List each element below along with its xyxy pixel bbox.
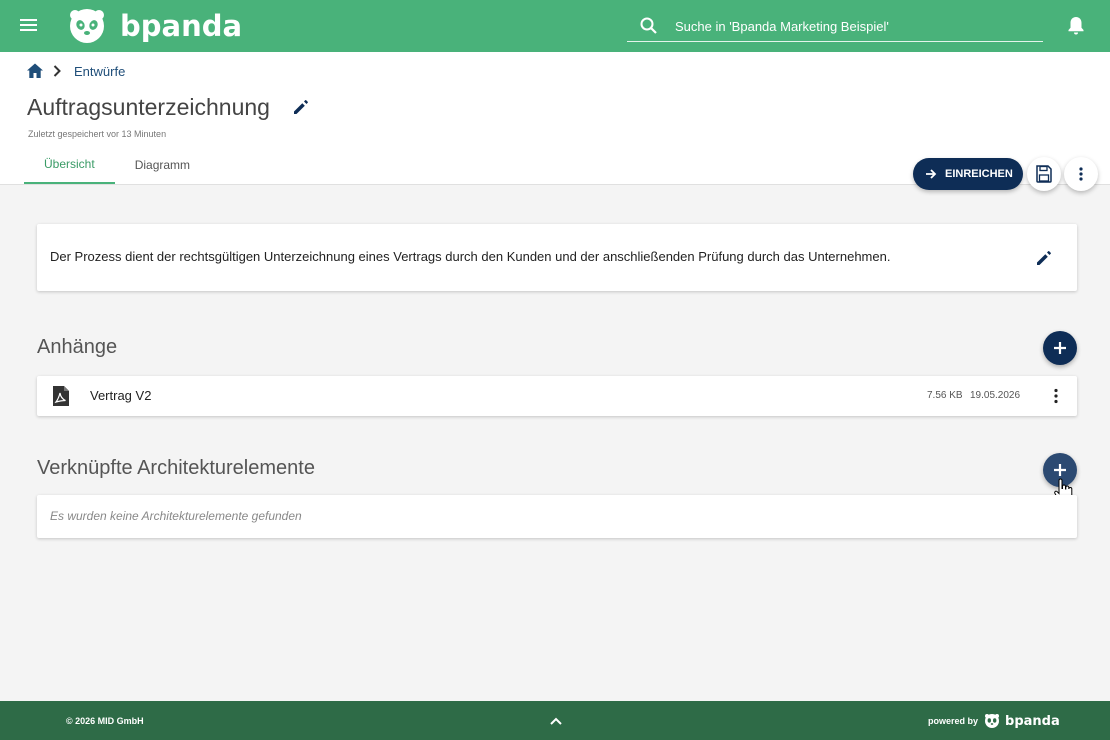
search-icon[interactable] (639, 16, 659, 36)
pdf-icon (53, 386, 69, 406)
submit-button[interactable]: EINREICHEN (913, 158, 1023, 190)
attachment-name[interactable]: Vertrag V2 (90, 388, 151, 403)
powered-by[interactable]: powered by bpanda (928, 711, 1060, 731)
attachments-heading: Anhänge (37, 336, 118, 358)
home-icon[interactable] (26, 62, 44, 80)
description-card: Der Prozess dient der rechtsgültigen Unt… (37, 224, 1077, 291)
menu-icon[interactable] (18, 14, 40, 36)
more-vertical-icon (1054, 388, 1058, 404)
bell-icon[interactable] (1066, 15, 1086, 37)
panda-logo-icon (985, 714, 1000, 728)
last-saved-info: Zuletzt gespeichert vor 13 Minuten (28, 129, 167, 139)
edit-description-icon[interactable] (1035, 249, 1053, 267)
save-icon (1036, 165, 1052, 183)
top-bar: bpanda (0, 0, 1110, 52)
chevron-up-icon[interactable] (548, 713, 564, 729)
tab-bar: Übersicht Diagramm (24, 146, 210, 184)
panda-logo-icon (70, 9, 104, 43)
powered-by-label: powered by (928, 716, 979, 726)
bpanda-logo[interactable]: bpanda (68, 7, 242, 45)
architecture-empty-message: Es wurden keine Architekturelemente gefu… (50, 509, 302, 523)
add-architecture-element-button[interactable] (1043, 453, 1077, 487)
save-button[interactable] (1027, 157, 1061, 191)
attachment-date: 19.05.2026 (970, 390, 1021, 401)
more-vertical-icon (1079, 167, 1083, 181)
search-bar[interactable] (627, 10, 1043, 42)
attachment-more-button[interactable] (1047, 387, 1065, 405)
add-attachment-button[interactable] (1043, 331, 1077, 365)
more-options-button[interactable] (1064, 157, 1098, 191)
plus-icon (1054, 342, 1066, 354)
attachment-size: 7.56 KB (927, 390, 963, 401)
powered-by-brand: bpanda (1005, 713, 1060, 729)
edit-title-icon[interactable] (292, 98, 310, 116)
plus-icon (1054, 464, 1066, 476)
breadcrumb-drafts[interactable]: Entwürfe (74, 64, 125, 79)
page-title: Auftragsunterzeichnung (27, 93, 270, 120)
process-description: Der Prozess dient der rechtsgültigen Unt… (50, 249, 891, 264)
architecture-heading: Verknüpfte Architekturelemente (37, 457, 315, 479)
tab-diagram[interactable]: Diagramm (115, 146, 210, 184)
logo-text: bpanda (120, 9, 243, 43)
search-input[interactable] (675, 16, 1035, 36)
tab-overview[interactable]: Übersicht (24, 146, 115, 184)
arrow-right-icon (926, 169, 937, 179)
chevron-right-icon (53, 65, 61, 77)
breadcrumb: Entwürfe (26, 62, 125, 80)
architecture-list: Es wurden keine Architekturelemente gefu… (37, 495, 1077, 538)
footer: © 2026 MID GmbH powered by bpanda (0, 701, 1110, 740)
submit-button-label: EINREICHEN (945, 168, 1013, 180)
attachment-row[interactable]: Vertrag V2 7.56 KB 19.05.2026 (37, 376, 1077, 416)
copyright: © 2026 MID GmbH (66, 716, 144, 726)
title-row: Auftragsunterzeichnung (27, 92, 310, 122)
